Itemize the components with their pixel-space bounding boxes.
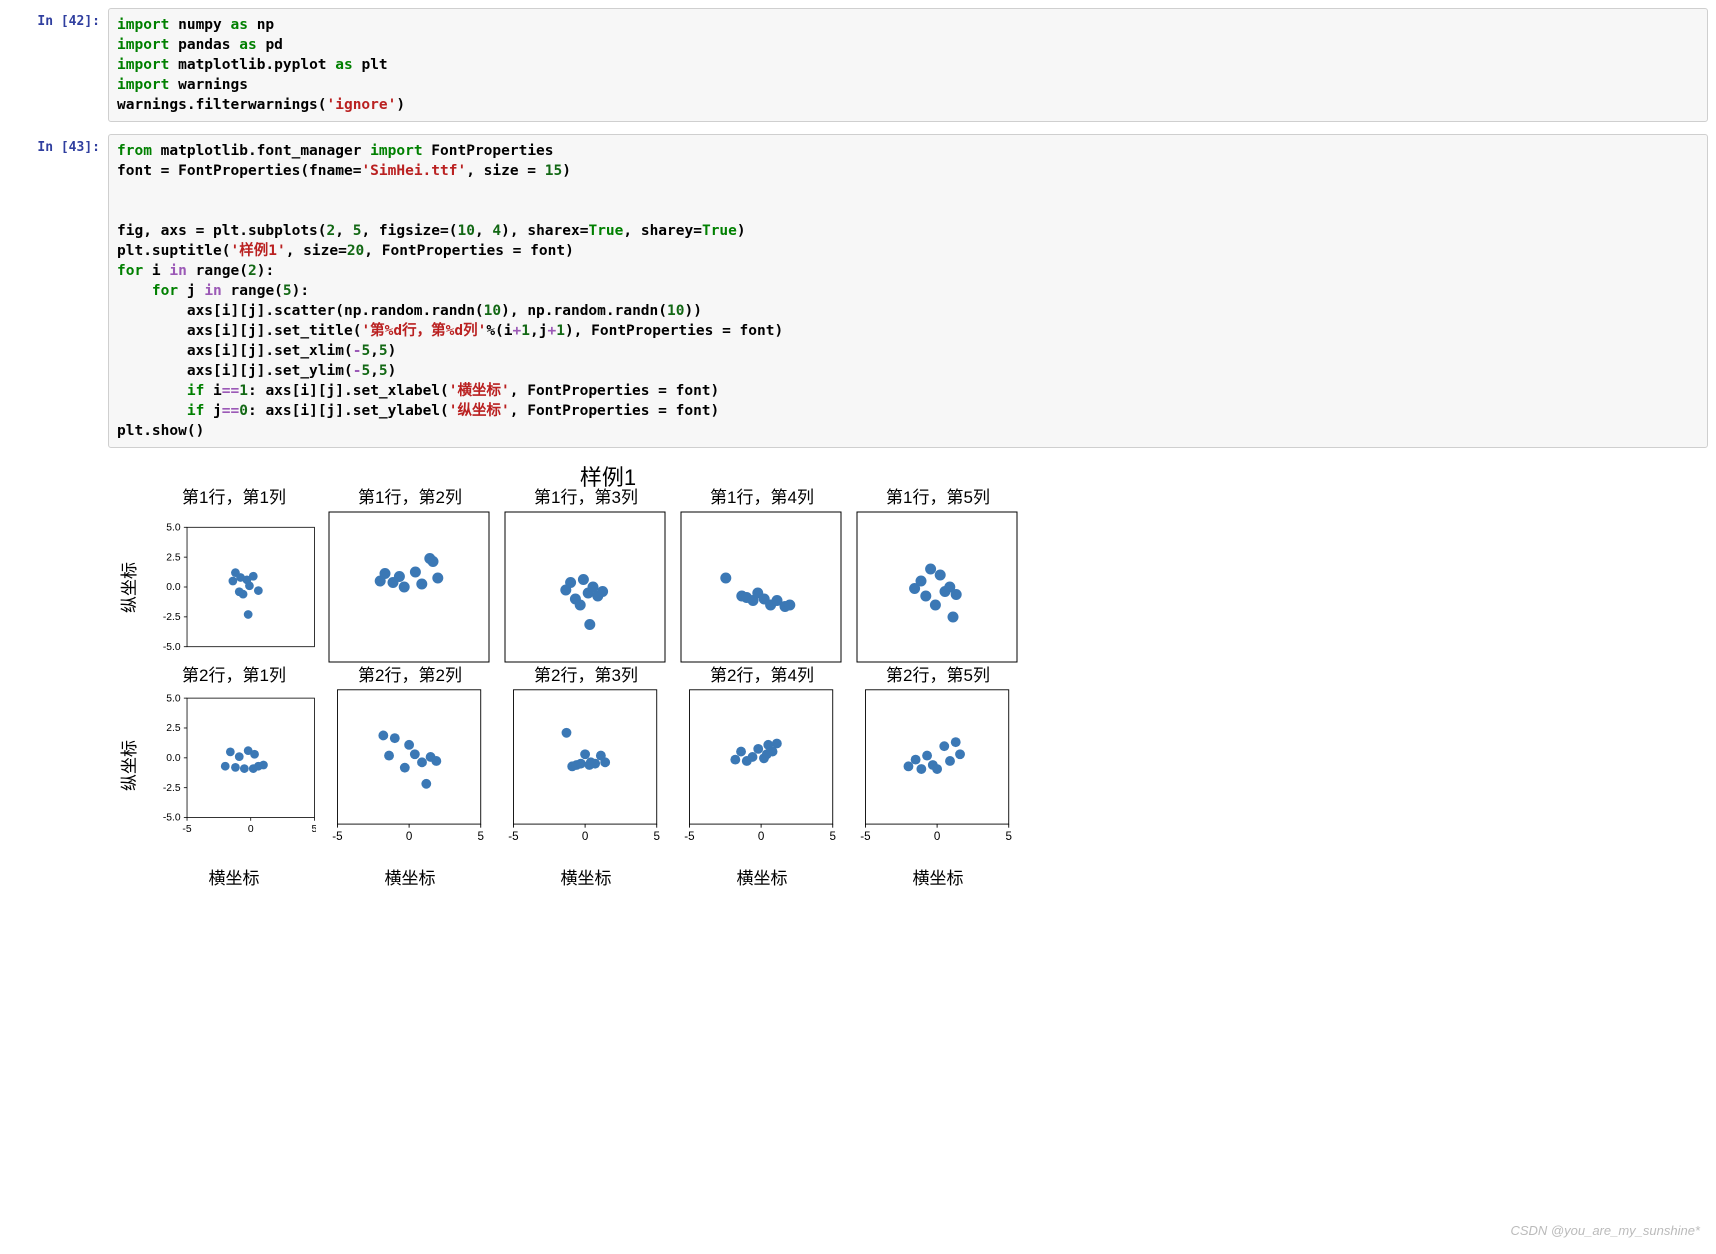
subplot-title: 第2行，第2列: [322, 661, 498, 688]
watermark-text: CSDN @you_are_my_sunshine*: [1510, 1223, 1700, 1238]
subplot: -5.0 -2.5 0.0 2.5 5.0 -5 0 5: [146, 688, 322, 842]
code-editor[interactable]: import numpy as np import pandas as pd i…: [108, 8, 1708, 122]
subplot-title: 第2行，第3列: [498, 661, 674, 688]
subplot: -5 0 5: [850, 688, 1026, 842]
subplot: -5 0 5: [322, 688, 498, 842]
svg-text:0.0: 0.0: [166, 753, 181, 764]
subplot-title: 第1行，第1列: [146, 483, 322, 510]
svg-text:-5.0: -5.0: [163, 813, 181, 824]
svg-text:-5: -5: [182, 824, 191, 835]
svg-text:-2.5: -2.5: [163, 783, 181, 794]
subplot: [322, 510, 498, 664]
svg-text:-5: -5: [684, 830, 694, 842]
svg-text:2.5: 2.5: [166, 552, 181, 563]
svg-text:-5: -5: [508, 830, 518, 842]
subplot: -5 0 5: [498, 688, 674, 842]
subplot-title: 第1行，第2列: [322, 483, 498, 510]
svg-text:0: 0: [248, 824, 254, 835]
subplot: -5.0 -2.5 0.0 2.5 5.0: [146, 510, 322, 664]
svg-text:5.0: 5.0: [166, 693, 181, 704]
svg-text:2.5: 2.5: [166, 723, 181, 734]
svg-text:5: 5: [653, 830, 659, 842]
y-axis-label: 纵坐标: [108, 510, 146, 664]
subplot: -5 0 5: [674, 688, 850, 842]
subplot: [850, 510, 1026, 664]
svg-text:0: 0: [406, 830, 413, 842]
svg-text:-5: -5: [860, 830, 870, 842]
svg-text:-5: -5: [332, 830, 342, 842]
x-axis-label: 横坐标: [322, 864, 498, 886]
svg-text:-5.0: -5.0: [163, 642, 181, 653]
plot-output: 样例1 第1行，第1列第1行，第2列第1行，第3列第1行，第4列第1行，第5列纵…: [108, 460, 1108, 886]
input-prompt: In [42]:: [8, 8, 108, 122]
subplot-title: 第1行，第3列: [498, 483, 674, 510]
subplot-title: 第2行，第1列: [146, 661, 322, 688]
svg-text:0: 0: [758, 830, 765, 842]
svg-text:-2.5: -2.5: [163, 612, 181, 623]
code-editor[interactable]: from matplotlib.font_manager import Font…: [108, 134, 1708, 448]
svg-text:5: 5: [829, 830, 835, 842]
subplot-title: 第1行，第5列: [850, 483, 1026, 510]
subplot-title: 第2行，第5列: [850, 661, 1026, 688]
svg-text:0: 0: [934, 830, 941, 842]
subplot-title: 第1行，第4列: [674, 483, 850, 510]
subplot-title: 第2行，第4列: [674, 661, 850, 688]
svg-text:0.0: 0.0: [166, 582, 181, 593]
x-axis-label: 横坐标: [850, 864, 1026, 886]
x-axis-label: 横坐标: [146, 864, 322, 886]
y-axis-label: 纵坐标: [108, 688, 146, 842]
svg-text:5: 5: [477, 830, 483, 842]
subplot: [498, 510, 674, 664]
svg-text:5: 5: [1005, 830, 1011, 842]
code-cell: In [43]: from matplotlib.font_manager im…: [8, 134, 1708, 448]
subplot: [674, 510, 850, 664]
x-axis-label: 横坐标: [498, 864, 674, 886]
code-cell: In [42]: import numpy as np import panda…: [8, 8, 1708, 122]
svg-text:0: 0: [582, 830, 589, 842]
svg-text:5: 5: [312, 824, 316, 835]
x-axis-label: 横坐标: [674, 864, 850, 886]
input-prompt: In [43]:: [8, 134, 108, 448]
svg-text:5.0: 5.0: [166, 522, 181, 533]
